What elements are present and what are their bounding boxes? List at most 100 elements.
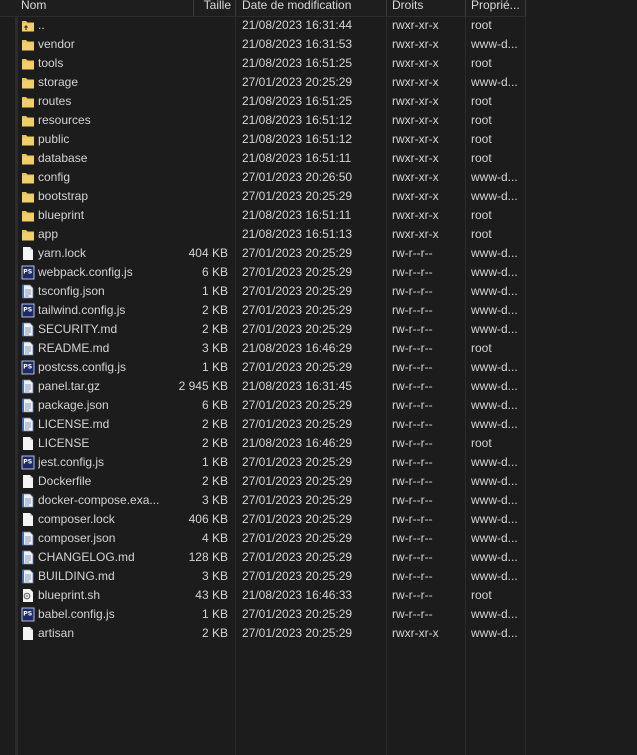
file-row[interactable]: storage 27/01/2023 20:25:29 rwxr-xr-x www-d… xyxy=(0,73,527,92)
file-icon xyxy=(21,246,35,261)
header-divider[interactable] xyxy=(235,0,236,16)
file-permissions: rw-r--r-- xyxy=(392,474,433,488)
file-owner: www-d... xyxy=(471,512,518,526)
header-divider[interactable] xyxy=(386,0,387,16)
file-row[interactable]: resources 21/08/2023 16:51:12 rwxr-xr-x roo… xyxy=(0,111,527,130)
text-file-icon xyxy=(21,284,35,299)
file-row[interactable]: bootstrap 27/01/2023 20:25:29 rwxr-xr-x www… xyxy=(0,187,527,206)
text-file-icon xyxy=(21,531,35,546)
file-name: routes xyxy=(38,94,72,108)
file-row[interactable]: BUILDING.md 3 KB 27/01/2023 20:25:29 rw-r--… xyxy=(0,567,527,586)
file-row[interactable]: config 27/01/2023 20:26:50 rwxr-xr-x www-d.… xyxy=(0,168,527,187)
file-date: 27/01/2023 20:25:29 xyxy=(242,398,353,412)
file-permissions: rw-r--r-- xyxy=(392,303,433,317)
file-size: 6 KB xyxy=(201,265,228,279)
column-owner-header[interactable]: Proprié... xyxy=(471,0,523,16)
file-name: package.json xyxy=(38,398,109,412)
file-size xyxy=(165,111,228,130)
file-row[interactable]: CHANGELOG.md 128 KB 27/01/2023 20:25:29 rw-… xyxy=(0,548,527,567)
file-row[interactable]: package.json 6 KB 27/01/2023 20:25:29 rw-r-… xyxy=(0,396,527,415)
column-name-header[interactable]: Nom xyxy=(21,0,181,16)
file-row[interactable]: tsconfig.json 1 KB 27/01/2023 20:25:29 rw-r… xyxy=(0,282,527,301)
file-row[interactable]: tools 21/08/2023 16:51:25 rwxr-xr-x root xyxy=(0,54,527,73)
file-permissions: rw-r--r-- xyxy=(392,588,433,602)
file-row[interactable]: routes 21/08/2023 16:51:25 rwxr-xr-x root xyxy=(0,92,527,111)
header-divider[interactable] xyxy=(193,0,194,16)
file-icon xyxy=(21,436,35,451)
file-owner: www-d... xyxy=(471,284,518,298)
file-row[interactable]: panel.tar.gz 2 945 KB 21/08/2023 16:31:45 r… xyxy=(0,377,527,396)
file-date: 21/08/2023 16:51:11 xyxy=(242,151,352,165)
file-row[interactable]: PS babel.config.js 1 KB 27/01/2023 20:25:29… xyxy=(0,605,527,624)
column-perm-header[interactable]: Droits xyxy=(392,0,462,16)
file-row[interactable]: database 21/08/2023 16:51:11 rwxr-xr-x root xyxy=(0,149,527,168)
file-date: 27/01/2023 20:25:29 xyxy=(242,360,353,374)
file-permissions: rw-r--r-- xyxy=(392,246,433,260)
file-permissions: rw-r--r-- xyxy=(392,607,433,621)
header-divider[interactable] xyxy=(525,0,526,16)
file-row[interactable]: artisan 2 KB 27/01/2023 20:25:29 rwxr-xr-x w… xyxy=(0,624,527,643)
file-date: 27/01/2023 20:25:29 xyxy=(242,493,353,507)
file-name: jest.config.js xyxy=(38,455,105,469)
file-row[interactable]: PS tailwind.config.js 2 KB 27/01/2023 20:25… xyxy=(0,301,527,320)
file-row[interactable]: public 21/08/2023 16:51:12 rwxr-xr-x root xyxy=(0,130,527,149)
column-date-header[interactable]: Date de modification xyxy=(242,0,382,16)
file-name: CHANGELOG.md xyxy=(38,550,135,564)
file-row[interactable]: LICENSE 2 KB 21/08/2023 16:46:29 rw-r--r-- r… xyxy=(0,434,527,453)
file-date: 27/01/2023 20:25:29 xyxy=(242,531,353,545)
file-owner: root xyxy=(471,436,492,450)
file-date: 21/08/2023 16:31:45 xyxy=(242,379,353,393)
file-owner: root xyxy=(471,18,492,32)
file-size xyxy=(165,92,228,111)
file-name: webpack.config.js xyxy=(38,265,133,279)
file-row[interactable]: composer.json 4 KB 27/01/2023 20:25:29 rw-r… xyxy=(0,529,527,548)
folder-icon xyxy=(21,132,35,147)
file-permissions: rw-r--r-- xyxy=(392,493,433,507)
file-date: 27/01/2023 20:25:29 xyxy=(242,455,353,469)
file-row[interactable]: docker-compose.exa... 3 KB 27/01/2023 20:2… xyxy=(0,491,527,510)
file-row[interactable]: PS jest.config.js 1 KB 27/01/2023 20:25:29 r… xyxy=(0,453,527,472)
file-row[interactable]: README.md 3 KB 21/08/2023 16:46:29 rw-r--r-… xyxy=(0,339,527,358)
file-row[interactable]: composer.lock 406 KB 27/01/2023 20:25:29 rw… xyxy=(0,510,527,529)
file-row[interactable]: PS postcss.config.js 1 KB 27/01/2023 20:25:… xyxy=(0,358,527,377)
parent-folder-icon xyxy=(21,18,35,33)
file-name: app xyxy=(38,227,59,241)
file-name: .. xyxy=(38,18,45,32)
column-size-header[interactable]: Taille xyxy=(200,0,231,16)
file-row[interactable]: LICENSE.md 2 KB 27/01/2023 20:25:29 rw-r--r… xyxy=(0,415,527,434)
file-owner: root xyxy=(471,132,492,146)
file-row[interactable]: app 21/08/2023 16:51:13 rwxr-xr-x root xyxy=(0,225,527,244)
file-row[interactable]: Dockerfile 2 KB 27/01/2023 20:25:29 rw-r--r… xyxy=(0,472,527,491)
file-size xyxy=(165,16,228,35)
file-size xyxy=(165,130,228,149)
file-icon xyxy=(21,626,35,641)
file-row[interactable]: SECURITY.md 2 KB 27/01/2023 20:25:29 rw-r--… xyxy=(0,320,527,339)
file-date: 27/01/2023 20:25:29 xyxy=(242,474,353,488)
file-name: tools xyxy=(38,56,64,70)
header-divider[interactable] xyxy=(465,0,466,16)
text-file-icon xyxy=(21,398,35,413)
file-owner: www-d... xyxy=(471,379,518,393)
file-size: 3 KB xyxy=(201,569,228,583)
file-owner: root xyxy=(471,588,492,602)
file-name: composer.lock xyxy=(38,512,115,526)
file-size: 2 KB xyxy=(201,626,228,640)
file-row[interactable]: blueprint 21/08/2023 16:51:11 rwxr-xr-x roo… xyxy=(0,206,527,225)
file-permissions: rwxr-xr-x xyxy=(392,18,439,32)
file-owner: www-d... xyxy=(471,569,518,583)
file-size xyxy=(165,225,228,244)
file-date: 21/08/2023 16:51:11 xyxy=(242,208,352,222)
folder-icon xyxy=(21,113,35,128)
file-row[interactable]: blueprint.sh 43 KB 21/08/2023 16:46:33 rw-r… xyxy=(0,586,527,605)
file-row[interactable]: .. 21/08/2023 16:31:44 rwxr-xr-x root xyxy=(0,16,527,35)
svg-text:PS: PS xyxy=(23,307,32,314)
file-icon xyxy=(21,512,35,527)
file-row[interactable]: vendor 21/08/2023 16:31:53 rwxr-xr-x www-d.… xyxy=(0,35,527,54)
file-row[interactable]: yarn.lock 404 KB 27/01/2023 20:25:29 rw-r--… xyxy=(0,244,527,263)
file-name: babel.config.js xyxy=(38,607,115,621)
column-header: Nom Taille Date de modification Droits P… xyxy=(0,0,527,17)
file-name: SECURITY.md xyxy=(38,322,118,336)
file-owner: root xyxy=(471,341,492,355)
file-owner: www-d... xyxy=(471,303,518,317)
file-row[interactable]: PS webpack.config.js 6 KB 27/01/2023 20:25:… xyxy=(0,263,527,282)
